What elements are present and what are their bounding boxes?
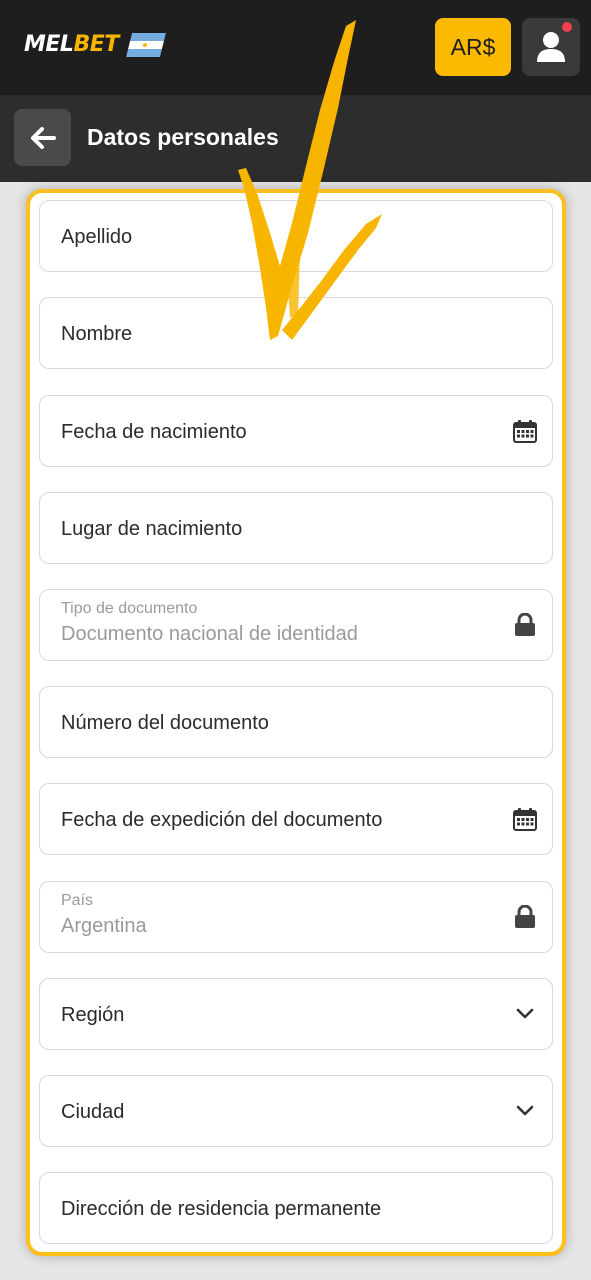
document-issue-date-field[interactable]: Fecha de expedición del documento [39,783,553,855]
field-value: Documento nacional de identidad [61,623,358,645]
field-label: Número del documento [61,712,269,734]
calendar-icon[interactable] [512,418,538,444]
notification-dot [562,22,572,32]
arrow-left-icon [30,126,56,149]
birth-date-field[interactable]: Fecha de nacimiento [39,395,553,467]
city-select[interactable]: Ciudad [39,1075,553,1147]
field-label: Nombre [61,323,133,345]
lock-icon [512,904,538,930]
lock-icon [512,612,538,638]
field-caption: País [61,892,94,909]
user-icon [537,32,565,62]
field-caption: Tipo de documento [61,600,198,617]
currency-button[interactable]: AR$ [435,18,511,76]
logo-text: MELBET [24,32,119,57]
field-label: Ciudad [61,1101,125,1123]
sub-header: Datos personales [0,95,591,182]
chevron-down-icon[interactable] [512,1098,538,1124]
melbet-logo[interactable]: MELBET [24,32,166,57]
field-label: Fecha de expedición del documento [61,809,383,831]
birth-place-field[interactable]: Lugar de nacimiento [39,492,553,564]
first-name-field[interactable]: Nombre [39,297,553,369]
country-field: País Argentina [39,881,553,953]
field-label: Fecha de nacimiento [61,421,247,443]
field-label: Dirección de residencia permanente [61,1198,382,1220]
document-number-field[interactable]: Número del documento [39,686,553,758]
last-name-field[interactable]: Apellido [39,200,553,272]
field-label: Lugar de nacimiento [61,518,243,540]
field-value: Argentina [61,915,147,937]
chevron-down-icon[interactable] [512,1001,538,1027]
permanent-address-field[interactable]: Dirección de residencia permanente [39,1172,553,1244]
page-title: Datos personales [87,124,279,150]
back-button[interactable] [14,109,71,166]
field-label: Apellido [61,226,133,248]
document-type-field: Tipo de documento Documento nacional de … [39,589,553,661]
field-label: Región [61,1004,125,1026]
personal-data-form: Apellido Nombre Fecha de nacimiento Luga… [26,189,566,1256]
top-bar: MELBET AR$ [0,0,591,95]
profile-button[interactable] [522,18,580,76]
calendar-icon[interactable] [512,806,538,832]
region-select[interactable]: Región [39,978,553,1050]
argentina-flag-icon [125,32,166,57]
